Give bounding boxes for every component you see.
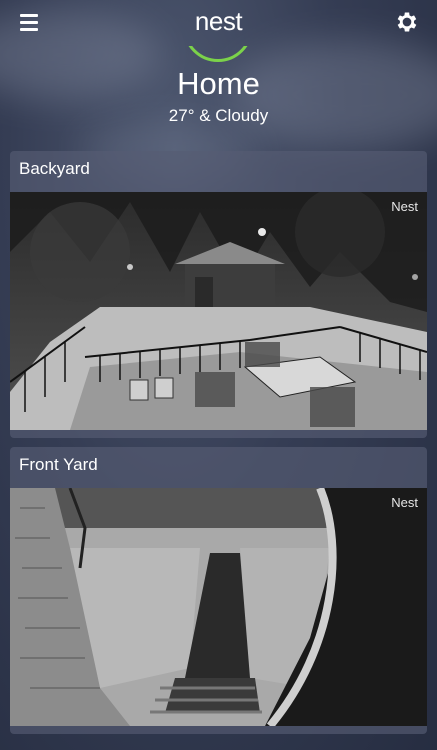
camera-feed-front-yard[interactable]: Nest — [10, 488, 427, 726]
camera-card-backyard[interactable]: Backyard Nest — [10, 151, 427, 438]
home-title: Home — [177, 66, 260, 101]
weather-status: 27° & Cloudy — [168, 106, 269, 125]
camera-name: Backyard — [19, 159, 90, 178]
gear-icon[interactable] — [394, 9, 420, 35]
camera-feed-backyard[interactable]: Nest — [10, 192, 427, 430]
camera-name: Front Yard — [19, 455, 98, 474]
brand-logo: nest — [194, 6, 243, 36]
camera-badge: Nest — [391, 495, 418, 510]
home-status-indicator — [183, 46, 253, 64]
camera-badge: Nest — [391, 199, 418, 214]
camera-card-front-yard[interactable]: Front Yard Nest — [10, 447, 427, 734]
top-bar: nest — [0, 0, 437, 46]
